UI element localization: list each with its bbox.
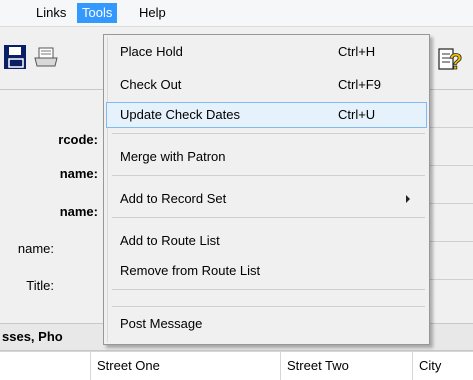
menu-item-update-check-dates[interactable]: Update Check Dates Ctrl+U bbox=[106, 102, 427, 128]
field-divider bbox=[430, 241, 473, 242]
last-name-label: name: bbox=[59, 204, 98, 219]
menu-item-check-out[interactable]: Check Out Ctrl+F9 bbox=[106, 72, 427, 98]
barcode-label: rcode: bbox=[58, 132, 98, 147]
menu-separator bbox=[112, 217, 425, 218]
menu-item-blank[interactable] bbox=[106, 293, 427, 307]
menu-separator bbox=[112, 133, 425, 134]
menu-separator bbox=[112, 175, 425, 176]
patron-form: rcode: name: name: name: Title: bbox=[0, 90, 110, 320]
column-street-two[interactable]: Street Two bbox=[280, 352, 412, 380]
first-name-label: name: bbox=[59, 166, 98, 181]
title-label: Title: bbox=[26, 278, 54, 293]
menu-item-shortcut: Ctrl+F9 bbox=[338, 77, 381, 92]
menu-tools[interactable]: Tools bbox=[77, 3, 118, 23]
field-divider bbox=[430, 203, 473, 204]
menu-item-label: Merge with Patron bbox=[120, 149, 226, 164]
tools-menu: Place Hold Ctrl+H Check Out Ctrl+F9 Upda… bbox=[103, 34, 430, 345]
menu-bar: Links Tools Help bbox=[0, 0, 473, 27]
menu-separator bbox=[112, 306, 425, 307]
menu-item-shortcut: Ctrl+U bbox=[338, 107, 376, 122]
menu-links[interactable]: Links bbox=[31, 3, 71, 23]
menu-item-merge-with-patron[interactable]: Merge with Patron bbox=[106, 144, 427, 170]
menu-help[interactable]: Help bbox=[134, 3, 171, 23]
field-divider bbox=[430, 165, 473, 166]
section-title: sses, Pho bbox=[2, 329, 63, 344]
menu-item-add-to-route-list[interactable]: Add to Route List bbox=[106, 228, 427, 254]
menu-item-label: Remove from Route List bbox=[120, 263, 261, 278]
field-divider bbox=[430, 127, 473, 128]
column-city[interactable]: City bbox=[412, 352, 473, 380]
help-icon[interactable]: ? bbox=[437, 45, 467, 75]
column-street-one[interactable]: Street One bbox=[90, 352, 280, 380]
menu-item-label: Check Out bbox=[120, 77, 182, 92]
menu-item-post-message[interactable]: Post Message bbox=[106, 311, 427, 337]
menu-item-label: Add to Record Set bbox=[120, 191, 227, 206]
menu-item-label: Add to Route List bbox=[120, 233, 220, 248]
print-icon[interactable] bbox=[34, 45, 60, 71]
address-grid-header: Street One Street Two City bbox=[0, 351, 473, 380]
menu-item-add-to-record-set[interactable]: Add to Record Set bbox=[106, 186, 427, 212]
right-field-area bbox=[430, 90, 473, 322]
svg-text:?: ? bbox=[449, 49, 462, 74]
field-divider bbox=[430, 279, 473, 280]
menu-item-label: Update Check Dates bbox=[120, 107, 240, 122]
submenu-arrow-icon bbox=[406, 195, 410, 203]
menu-item-shortcut: Ctrl+H bbox=[338, 44, 376, 59]
middle-name-label: name: bbox=[17, 241, 54, 256]
menu-separator bbox=[112, 289, 425, 290]
menu-item-place-hold[interactable]: Place Hold Ctrl+H bbox=[106, 39, 427, 65]
save-icon[interactable] bbox=[0, 43, 28, 71]
menu-item-label: Post Message bbox=[120, 316, 203, 331]
menu-item-remove-from-route-list[interactable]: Remove from Route List bbox=[106, 258, 427, 284]
menu-item-label: Place Hold bbox=[120, 44, 183, 59]
